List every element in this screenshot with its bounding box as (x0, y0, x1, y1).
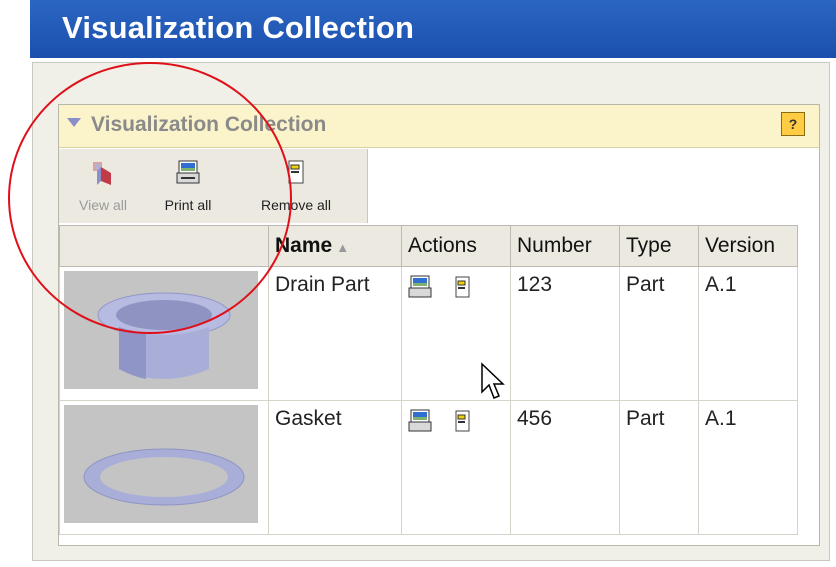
highlight-circle-annotation (8, 62, 292, 334)
type-cell: Part (619, 266, 699, 401)
type-column-label: Type (626, 234, 672, 257)
number-column-header[interactable]: Number (510, 225, 620, 267)
actions-column-header: Actions (401, 225, 511, 267)
name-column-header[interactable]: Name ▲ (268, 225, 402, 267)
title-bar: Visualization Collection (30, 0, 836, 58)
gasket-thumbnail[interactable] (64, 405, 258, 523)
actions-column-label: Actions (408, 234, 477, 257)
drain-part-type: Part (626, 273, 665, 296)
name-cell: Drain Part (268, 266, 402, 401)
remove-icon[interactable] (450, 275, 474, 299)
sort-ascending-icon: ▲ (336, 240, 350, 255)
version-column-header[interactable]: Version (698, 225, 798, 267)
remove-icon[interactable] (450, 409, 474, 433)
version-column-label: Version (705, 234, 776, 257)
actions-cell (401, 400, 511, 535)
number-column-label: Number (517, 234, 592, 257)
type-cell: Part (619, 400, 699, 535)
gasket-version: A.1 (705, 407, 737, 430)
gasket-image (83, 448, 245, 506)
name-cell: Gasket (268, 400, 402, 535)
type-column-header[interactable]: Type (619, 225, 699, 267)
help-icon: ? (788, 116, 798, 132)
help-button[interactable]: ? (781, 112, 805, 136)
version-cell: A.1 (698, 400, 798, 535)
gasket-number: 456 (517, 407, 553, 430)
page-title: Visualization Collection (62, 10, 415, 45)
gasket-type: Part (626, 407, 665, 430)
number-cell: 456 (510, 400, 620, 535)
thumbnail-cell (59, 400, 269, 535)
drain-part-number: 123 (517, 273, 553, 296)
table-row: Gasket 456 Part A.1 (59, 400, 798, 535)
number-cell: 123 (510, 266, 620, 401)
version-cell: A.1 (698, 266, 798, 401)
drain-part-version: A.1 (705, 273, 737, 296)
print-icon[interactable] (408, 409, 432, 433)
gasket-name[interactable]: Gasket (275, 407, 342, 430)
print-icon[interactable] (408, 275, 432, 299)
mouse-cursor-icon (481, 362, 505, 399)
drain-part-name[interactable]: Drain Part (275, 273, 370, 296)
